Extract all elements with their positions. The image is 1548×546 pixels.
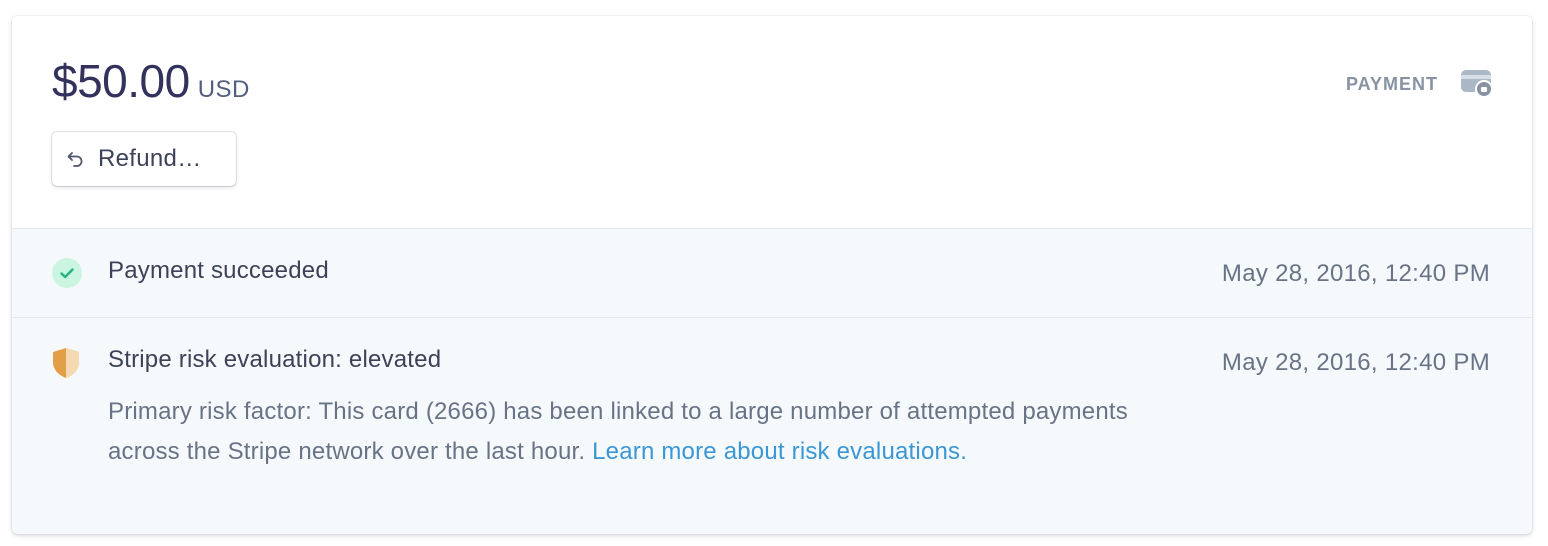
learn-more-risk-link[interactable]: Learn more about risk evaluations.: [592, 438, 967, 465]
payment-card-icon: [1460, 68, 1494, 100]
payment-detail-card: $50.00 USD Refund… PAYMENT Payment succe…: [12, 16, 1532, 534]
amount-value: $50.00: [52, 55, 190, 107]
timeline-item-payment-succeeded: Payment succeeded May 28, 2016, 12:40 PM: [12, 229, 1532, 318]
check-circle-icon: [52, 258, 82, 288]
timeline-item-timestamp: May 28, 2016, 12:40 PM: [1221, 260, 1490, 287]
refund-button-label: Refund…: [98, 145, 202, 172]
risk-description: Primary risk factor: This card (2666) ha…: [108, 392, 1168, 472]
refund-button[interactable]: Refund…: [52, 132, 236, 186]
shield-icon: [52, 347, 80, 379]
timeline-item-risk-evaluation: Stripe risk evaluation: elevated May 28,…: [12, 318, 1532, 534]
undo-arrow-icon: [66, 149, 86, 169]
timeline-item-title: Stripe risk evaluation: elevated: [108, 346, 442, 373]
object-type-label: PAYMENT: [1345, 74, 1438, 94]
timeline-item-title: Payment succeeded: [108, 257, 329, 284]
payment-header: $50.00 USD Refund… PAYMENT: [12, 16, 1532, 229]
amount-currency: USD: [197, 76, 250, 103]
timeline-item-timestamp: May 28, 2016, 12:40 PM: [1221, 349, 1490, 376]
payment-amount: $50.00 USD: [52, 54, 250, 108]
